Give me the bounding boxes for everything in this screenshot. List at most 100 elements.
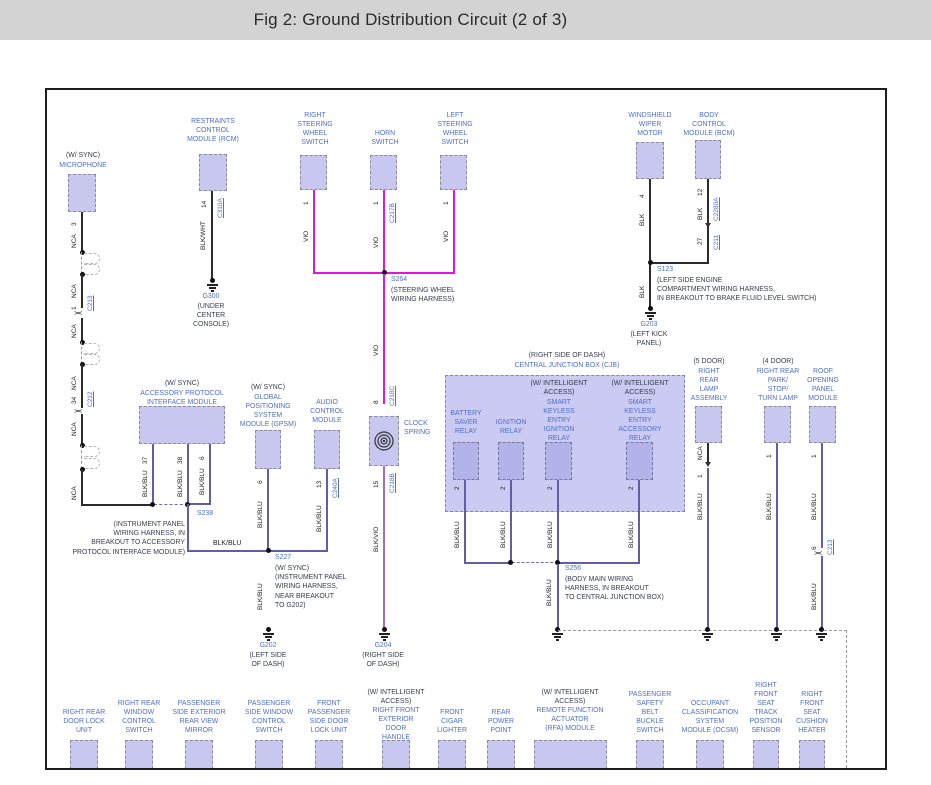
shield-loop-icon <box>84 354 100 365</box>
cjb-label: CENTRAL JUNCTION BOX (CJB) <box>514 362 620 369</box>
shield-loop-icon <box>84 458 100 469</box>
connector-link[interactable]: C217B <box>389 203 396 223</box>
wiper-motor-label: WINDSHIELD WIPER MOTOR <box>628 112 672 137</box>
pin-label: 1 <box>697 474 704 478</box>
splice-id: S227 <box>275 554 292 561</box>
wire-label: BLK/BLU <box>546 579 553 606</box>
bottom-module-box <box>70 740 98 768</box>
wire-label: VIO <box>303 230 310 242</box>
wire <box>453 190 455 274</box>
lamp5-box <box>695 406 722 443</box>
clock-spring-coil-icon <box>374 431 394 451</box>
splice-id: S123 <box>657 266 674 273</box>
connector-link[interactable]: C212 <box>87 391 94 407</box>
bottom-module-box <box>753 740 779 768</box>
wire <box>269 550 328 552</box>
pin-label: 14 <box>201 200 208 208</box>
bottom-module-prefix: (W/ INTELLIGENT ACCESS) <box>367 689 425 705</box>
ground-desc: (LEFT KICK PANEL) <box>630 331 668 348</box>
shield-wire <box>81 445 82 469</box>
ignition-relay-box <box>498 442 524 480</box>
connector-link[interactable]: C213 <box>827 539 834 555</box>
wire <box>187 504 189 552</box>
pin-label: 4 <box>639 194 646 198</box>
rcm-box <box>199 154 227 191</box>
pin-label: 8 <box>373 400 380 404</box>
junction-dot <box>648 260 653 265</box>
wire <box>464 480 466 564</box>
ground-desc: (LEFT SIDE OF DASH) <box>249 652 287 669</box>
wire-label: BLK/BLU <box>257 501 264 528</box>
mic-box <box>68 174 96 212</box>
inline-connector-icon <box>74 409 83 412</box>
junction-dot <box>150 502 155 507</box>
bottom-module-box <box>487 740 515 768</box>
wire-label: BLK/BLU <box>213 540 242 547</box>
bottom-module-box <box>636 740 664 768</box>
wire-label: BLK <box>697 207 704 220</box>
inline-connector-icon <box>74 311 83 314</box>
wire <box>81 212 83 252</box>
pin-label: 13 <box>316 480 323 488</box>
wire <box>326 469 328 552</box>
left-steering-switch-label: LEFT STEERING WHEEL SWITCH <box>437 112 473 146</box>
wire-label: BLK <box>639 285 646 298</box>
bottom-module-box <box>315 740 343 768</box>
wire <box>187 550 269 552</box>
wire-label: VIO <box>443 230 450 242</box>
gpsm-prefix: (W/ SYNC) <box>250 384 286 391</box>
connector-link[interactable]: C310A <box>217 198 224 218</box>
wire-label: BLK/BLU <box>811 493 818 520</box>
wire-label: BLK/BLU <box>177 470 184 497</box>
pin-label: 6 <box>257 480 264 484</box>
pin-label: 37 <box>142 456 149 464</box>
shield-wire <box>81 342 82 364</box>
ground-id: G300 <box>202 293 220 300</box>
ground-icon <box>378 632 390 641</box>
pin-label: 3 <box>71 222 78 226</box>
connector-link[interactable]: C218C <box>389 386 396 406</box>
wire <box>649 179 651 308</box>
wire-label: VIO <box>373 236 380 248</box>
battery-saver-relay-box <box>453 442 479 480</box>
wire <box>707 179 709 264</box>
connector-link[interactable]: C240A <box>332 478 339 498</box>
pin-label: 1 <box>303 201 310 205</box>
bottom-module-label: RIGHT REAR WINDOW CONTROL SWITCH <box>117 700 161 734</box>
wire-label: BLK/BLU <box>142 470 149 497</box>
bottom-module-label: REMOTE FUNCTION ACTUATOR (RFA) MODULE <box>536 707 604 732</box>
bottom-module-box <box>438 740 466 768</box>
shield-loop-icon <box>84 446 100 457</box>
wire <box>557 564 559 629</box>
bottom-module-box <box>799 740 825 768</box>
pin-label: 1 <box>443 201 450 205</box>
junction-dot <box>266 548 271 553</box>
wire-label: BLK/BLU <box>811 583 818 610</box>
wire <box>383 190 385 274</box>
splice-id: S238 <box>197 510 214 517</box>
bcm-label: BODY CONTROL MODULE (BCM) <box>683 112 735 137</box>
wire <box>187 503 211 505</box>
connector-link[interactable]: C218B <box>389 473 396 493</box>
connector-link[interactable]: C211 <box>713 235 720 250</box>
connector-link[interactable]: C213 <box>87 295 94 311</box>
ground-icon <box>206 283 218 292</box>
wire-label: BLK <box>639 213 646 226</box>
bottom-module-label: REAR POWER POINT <box>487 709 515 734</box>
pin-label: 15 <box>373 480 380 488</box>
shield-wire <box>81 252 82 274</box>
mic-label: MICROPHONE <box>59 162 107 169</box>
connector-link[interactable]: C2280A <box>713 198 720 222</box>
ground-icon <box>815 632 827 641</box>
wire-label: BLK/BLU <box>316 505 323 532</box>
shield-loop-icon <box>84 253 100 264</box>
bottom-module-prefix: (W/ INTELLIGENT ACCESS) <box>541 689 599 705</box>
wire <box>557 480 559 564</box>
pin-label: 27 <box>697 237 704 245</box>
wiring-diagram-canvas: (W/ SYNC) MICROPHONE 3 NCA NCA 1 C213 NC… <box>45 88 887 770</box>
mic-prefix: (W/ SYNC) <box>65 152 101 159</box>
ska-accessory-relay-prefix: (W/ INTELLIGENT ACCESS) <box>611 380 669 396</box>
wire <box>776 443 778 629</box>
arrow-down-icon <box>705 462 711 467</box>
ground-icon <box>262 632 274 641</box>
